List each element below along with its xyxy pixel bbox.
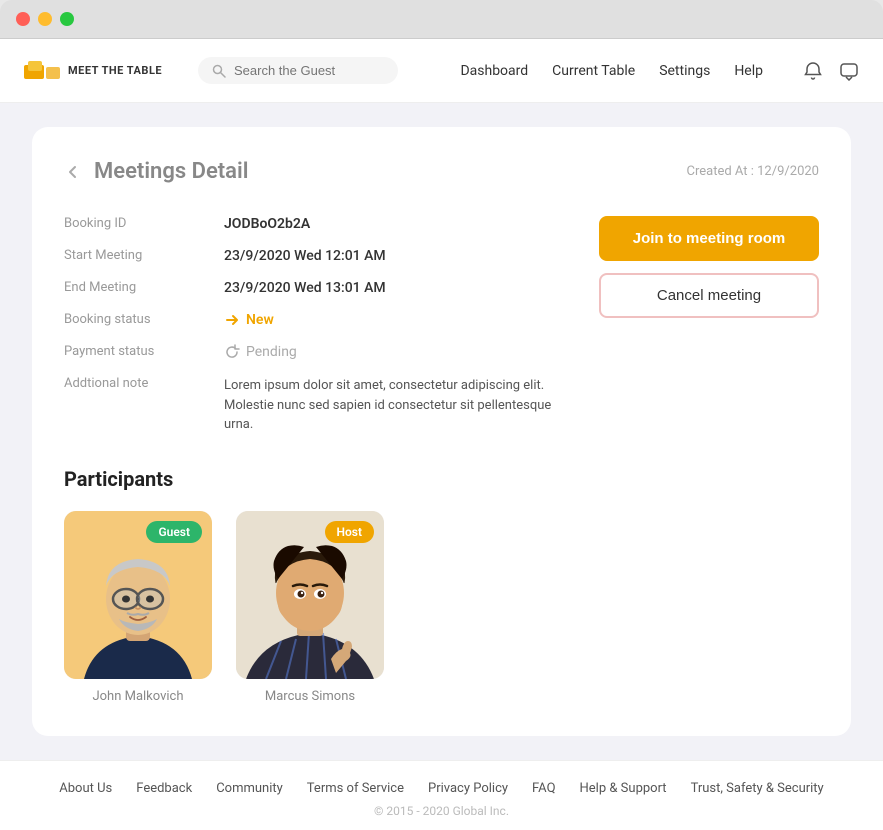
- participants-grid: Guest: [64, 511, 567, 704]
- participant-card-host: Host: [236, 511, 384, 704]
- maximize-btn[interactable]: [60, 12, 74, 26]
- nav-links: Dashboard Current Table Settings Help: [460, 63, 763, 79]
- detail-card: Meetings Detail Created At : 12/9/2020 B…: [32, 127, 851, 736]
- start-meeting-value: 23/9/2020 Wed 12:01 AM: [224, 248, 386, 264]
- nav-current-table[interactable]: Current Table: [552, 63, 635, 79]
- footer-links: About Us Feedback Community Terms of Ser…: [59, 781, 823, 796]
- booking-status-value: New: [224, 312, 274, 328]
- booking-status-row: Booking status New: [64, 312, 567, 328]
- nav-settings[interactable]: Settings: [659, 63, 710, 79]
- start-meeting-label: Start Meeting: [64, 248, 224, 263]
- logo-text: MEET THE TABLE: [68, 64, 162, 77]
- chat-icon: [839, 61, 859, 81]
- guest-badge: Guest: [146, 521, 202, 543]
- participant-card-guest: Guest: [64, 511, 212, 704]
- bell-icon: [803, 61, 823, 81]
- participants-title: Participants: [64, 467, 567, 491]
- card-header-left: Meetings Detail: [64, 159, 248, 184]
- booking-id-row: Booking ID JODBoO2b2A: [64, 216, 567, 232]
- host-badge: Host: [325, 521, 375, 543]
- detail-rows: Booking ID JODBoO2b2A Start Meeting 23/9…: [64, 216, 567, 435]
- card-body: Booking ID JODBoO2b2A Start Meeting 23/9…: [64, 216, 819, 704]
- main-content: Meetings Detail Created At : 12/9/2020 B…: [0, 103, 883, 760]
- additional-note-value: Lorem ipsum dolor sit amet, consectetur …: [224, 376, 567, 435]
- search-icon: [212, 64, 226, 78]
- host-name: Marcus Simons: [265, 689, 355, 704]
- window-chrome: [0, 0, 883, 39]
- booking-id-label: Booking ID: [64, 216, 224, 231]
- footer: About Us Feedback Community Terms of Ser…: [0, 760, 883, 830]
- arrow-right-icon: [224, 312, 240, 328]
- page-title: Meetings Detail: [94, 159, 248, 184]
- booking-status-label: Booking status: [64, 312, 224, 327]
- logo-icon: [24, 57, 60, 85]
- nav-dashboard[interactable]: Dashboard: [460, 63, 528, 79]
- app-container: MEET THE TABLE Dashboard Current Table S…: [0, 39, 883, 830]
- footer-trust-safety[interactable]: Trust, Safety & Security: [691, 781, 824, 796]
- logo[interactable]: MEET THE TABLE: [24, 57, 174, 85]
- payment-status-label: Payment status: [64, 344, 224, 359]
- chat-btn[interactable]: [839, 61, 859, 81]
- footer-about-us[interactable]: About Us: [59, 781, 112, 796]
- start-meeting-row: Start Meeting 23/9/2020 Wed 12:01 AM: [64, 248, 567, 264]
- footer-copyright: © 2015 - 2020 Global Inc.: [374, 804, 509, 818]
- cancel-meeting-button[interactable]: Cancel meeting: [599, 273, 819, 318]
- payment-status-row: Payment status Pending: [64, 344, 567, 360]
- card-header: Meetings Detail Created At : 12/9/2020: [64, 159, 819, 184]
- booking-id-value: JODBoO2b2A: [224, 216, 310, 232]
- footer-faq[interactable]: FAQ: [532, 781, 555, 796]
- guest-name: John Malkovich: [92, 689, 183, 704]
- nav-icons: [803, 61, 859, 81]
- navbar: MEET THE TABLE Dashboard Current Table S…: [0, 39, 883, 103]
- search-bar: [198, 57, 398, 84]
- nav-help[interactable]: Help: [734, 63, 763, 79]
- minimize-btn[interactable]: [38, 12, 52, 26]
- end-meeting-label: End Meeting: [64, 280, 224, 295]
- participant-photo-host: Host: [236, 511, 384, 679]
- payment-status-value: Pending: [224, 344, 297, 360]
- created-at: Created At : 12/9/2020: [686, 164, 819, 179]
- end-meeting-value: 23/9/2020 Wed 13:01 AM: [224, 280, 386, 296]
- back-button[interactable]: [64, 163, 82, 181]
- end-meeting-row: End Meeting 23/9/2020 Wed 13:01 AM: [64, 280, 567, 296]
- join-meeting-button[interactable]: Join to meeting room: [599, 216, 819, 261]
- footer-terms[interactable]: Terms of Service: [307, 781, 404, 796]
- search-input[interactable]: [234, 63, 374, 78]
- additional-note-label: Addtional note: [64, 376, 224, 391]
- footer-feedback[interactable]: Feedback: [136, 781, 192, 796]
- participant-photo-guest: Guest: [64, 511, 212, 679]
- footer-help-support[interactable]: Help & Support: [580, 781, 667, 796]
- additional-note-row: Addtional note Lorem ipsum dolor sit ame…: [64, 376, 567, 435]
- footer-privacy[interactable]: Privacy Policy: [428, 781, 508, 796]
- refresh-icon: [224, 344, 240, 360]
- action-buttons: Join to meeting room Cancel meeting: [599, 216, 819, 704]
- back-icon: [64, 163, 82, 181]
- card-body-left: Booking ID JODBoO2b2A Start Meeting 23/9…: [64, 216, 567, 704]
- close-btn[interactable]: [16, 12, 30, 26]
- footer-community[interactable]: Community: [216, 781, 283, 796]
- notification-btn[interactable]: [803, 61, 823, 81]
